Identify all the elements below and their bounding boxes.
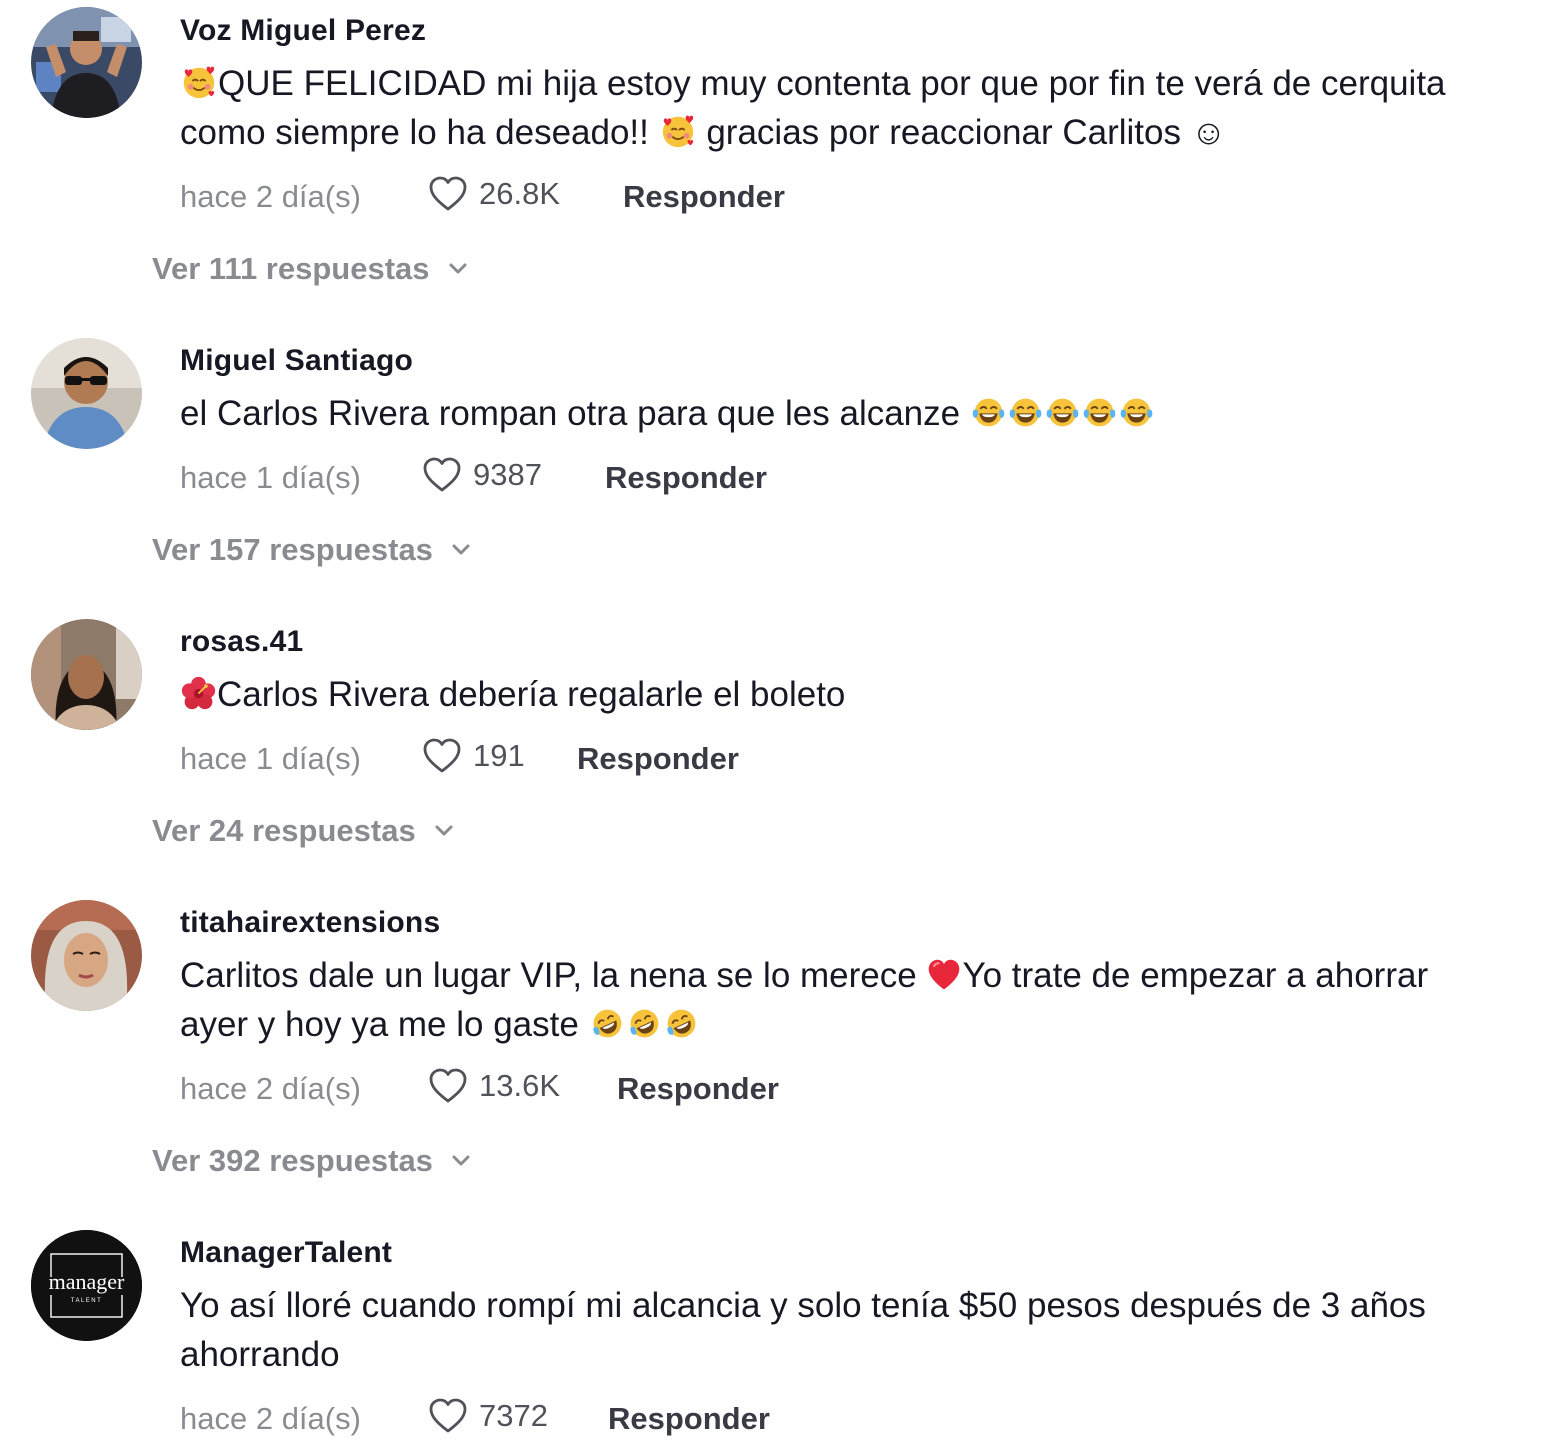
- smiling-face-with-hearts-icon: [659, 112, 697, 150]
- rolling-laughing-icon: [589, 1005, 626, 1042]
- tears-of-joy-icon: [1118, 394, 1155, 431]
- comment-meta: hace 1 día(s) 191 Responder: [180, 735, 1486, 785]
- comment-meta: hace 2 día(s) 7372 Responder: [180, 1395, 1486, 1445]
- red-heart-icon: [926, 957, 962, 993]
- heart-outline-icon[interactable]: [427, 173, 469, 215]
- tears-of-joy-icon: [970, 394, 1007, 431]
- comment-time: hace 2 día(s): [180, 179, 361, 214]
- tears-of-joy-icon: [1081, 394, 1118, 431]
- comment-time: hace 2 día(s): [180, 1071, 361, 1106]
- comment-meta: hace 2 día(s) 13.6K Responder: [180, 1065, 1486, 1115]
- heart-outline-icon[interactable]: [427, 1395, 469, 1437]
- chevron-down-icon: [444, 255, 472, 283]
- chevron-down-icon: [447, 1147, 475, 1175]
- tears-of-joy-icon: [1044, 394, 1081, 431]
- comment-meta: hace 2 día(s) 26.8K Responder: [180, 173, 1486, 223]
- reply-button[interactable]: Responder: [605, 460, 767, 496]
- comment-text-part: Carlos Rivera debería regalarle el bolet…: [217, 675, 846, 714]
- view-replies-label: Ver 111 respuestas: [152, 251, 430, 286]
- comment-username[interactable]: Voz Miguel Perez: [180, 13, 1486, 49]
- comment-text: Carlos Rivera debería regalarle el bolet…: [180, 670, 1486, 719]
- reply-button[interactable]: Responder: [623, 179, 785, 215]
- comment-text: el Carlos Rivera rompan otra para que le…: [180, 389, 1486, 438]
- view-replies-button[interactable]: Ver 157 respuestas: [152, 532, 475, 568]
- view-replies-label: Ver 392 respuestas: [152, 1143, 433, 1178]
- heart-outline-icon[interactable]: [421, 735, 463, 777]
- chevron-down-icon: [447, 536, 475, 564]
- view-replies-button[interactable]: Ver 111 respuestas: [152, 251, 472, 287]
- manager-logo-icon: manager: [31, 1270, 142, 1294]
- manager-logo-text: manager: [48, 1269, 125, 1294]
- heart-outline-icon[interactable]: [421, 454, 463, 496]
- comment-time: hace 2 día(s): [180, 1401, 361, 1436]
- chevron-down-icon: [430, 817, 458, 845]
- comment-text: Carlitos dale un lugar VIP, la nena se l…: [180, 951, 1486, 1049]
- comment-text-part: el Carlos Rivera rompan otra para que le…: [180, 394, 970, 433]
- avatar[interactable]: [31, 338, 142, 449]
- like-count: 191: [473, 738, 525, 773]
- like-button[interactable]: 26.8K: [427, 173, 560, 215]
- comment-meta: hace 1 día(s) 9387 Responder: [180, 454, 1486, 504]
- reply-button[interactable]: Responder: [577, 741, 739, 777]
- smiling-face-with-hearts-icon: [180, 63, 218, 101]
- view-replies-label: Ver 157 respuestas: [152, 532, 433, 567]
- comment-username[interactable]: rosas.41: [180, 624, 1486, 660]
- like-count: 26.8K: [479, 176, 561, 211]
- like-count: 9387: [473, 457, 542, 492]
- comment-text-part: Carlitos dale un lugar VIP, la nena se l…: [180, 956, 927, 995]
- heart-outline-icon[interactable]: [427, 1065, 469, 1107]
- like-button[interactable]: 191: [421, 735, 525, 777]
- comment-username[interactable]: Miguel Santiago: [180, 343, 1486, 379]
- view-replies-button[interactable]: Ver 392 respuestas: [152, 1143, 475, 1179]
- reply-button[interactable]: Responder: [617, 1071, 779, 1107]
- manager-logo-subtext: TALENT: [70, 1298, 103, 1304]
- view-replies-button[interactable]: Ver 24 respuestas: [152, 813, 458, 849]
- rolling-laughing-icon: [663, 1005, 700, 1042]
- view-replies-label: Ver 24 respuestas: [152, 813, 416, 848]
- comment-time: hace 1 día(s): [180, 460, 361, 495]
- comment-text: QUE FELICIDAD mi hija estoy muy contenta…: [180, 59, 1486, 157]
- like-button[interactable]: 9387: [421, 454, 542, 496]
- like-button[interactable]: 13.6K: [427, 1065, 560, 1107]
- like-count: 7372: [479, 1398, 548, 1433]
- reply-button[interactable]: Responder: [608, 1401, 770, 1437]
- comment-time: hace 1 día(s): [180, 741, 361, 776]
- comment-username[interactable]: ManagerTalent: [180, 1235, 1486, 1271]
- comment-text: Yo así lloré cuando rompí mi alcancia y …: [180, 1286, 1426, 1374]
- tears-of-joy-icon: [1007, 394, 1044, 431]
- like-count: 13.6K: [479, 1068, 561, 1103]
- avatar[interactable]: [31, 619, 142, 730]
- avatar[interactable]: manager TALENT: [31, 1230, 142, 1341]
- avatar[interactable]: [31, 900, 142, 1011]
- comment-text-part: gracias por reaccionar Carlitos ☺: [696, 113, 1227, 152]
- hibiscus-icon: [180, 675, 217, 712]
- avatar[interactable]: [31, 7, 142, 118]
- comment-username[interactable]: titahairextensions: [180, 905, 1486, 941]
- like-button[interactable]: 7372: [427, 1395, 548, 1437]
- rolling-laughing-icon: [626, 1005, 663, 1042]
